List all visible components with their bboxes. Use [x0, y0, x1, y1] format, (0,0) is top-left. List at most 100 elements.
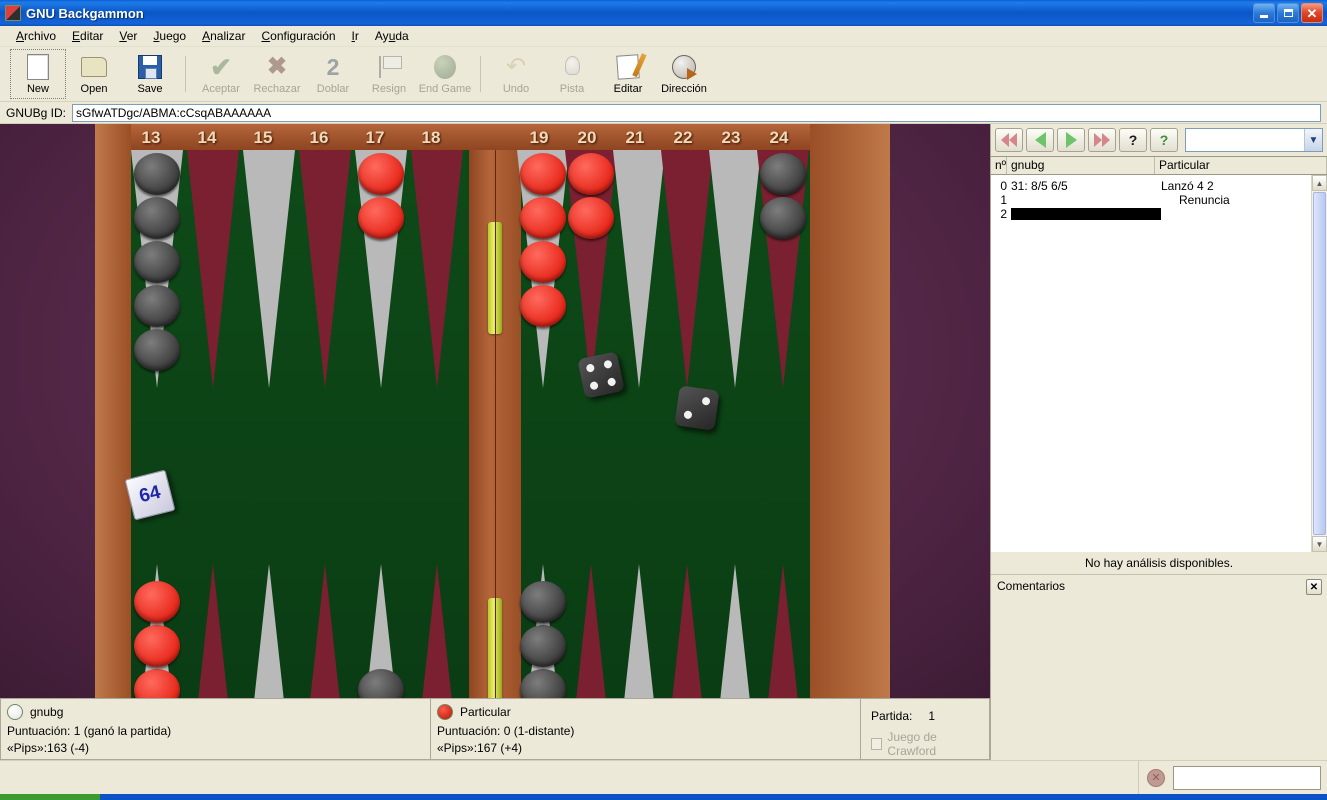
bar-peg-top: [488, 222, 502, 334]
checker[interactable]: [134, 197, 180, 239]
checker[interactable]: [134, 241, 180, 283]
die-right[interactable]: [674, 385, 720, 431]
point-21[interactable]: [613, 150, 665, 388]
point-18[interactable]: [411, 150, 463, 388]
board-bar[interactable]: [469, 150, 521, 698]
point-11[interactable]: [187, 564, 239, 698]
checker[interactable]: [358, 153, 404, 195]
next-move-button[interactable]: [1057, 128, 1085, 152]
checker[interactable]: [568, 197, 614, 239]
crawford-checkbox: [871, 738, 883, 750]
go-to-end-button[interactable]: [1088, 128, 1116, 152]
point-3[interactable]: [661, 564, 713, 698]
previous-move-button[interactable]: [1026, 128, 1054, 152]
point-1[interactable]: [757, 564, 809, 698]
comments-close-button[interactable]: ✕: [1306, 579, 1322, 595]
crawford-row: Juego de Crawford: [867, 730, 983, 758]
menu-ir[interactable]: Ir: [344, 27, 367, 45]
right-arrow-icon: [1065, 132, 1077, 148]
gnubg-id-input[interactable]: sGfwATDgc/ABMA:cCsqABAAAAAA: [72, 103, 1321, 122]
table-row[interactable]: 0 31: 8/5 6/5 Lanzó 4 2: [991, 179, 1311, 193]
close-button[interactable]: ✕: [1301, 3, 1323, 23]
die-left[interactable]: [577, 351, 625, 399]
checker[interactable]: [568, 153, 614, 195]
checker[interactable]: [520, 625, 566, 667]
point-9[interactable]: [299, 564, 351, 698]
point-10[interactable]: [243, 564, 295, 698]
move-list-scroll-area: 0 31: 8/5 6/5 Lanzó 4 2 1 Renuncia 2 ▲ ▼: [991, 175, 1327, 552]
move-list-body[interactable]: 0 31: 8/5 6/5 Lanzó 4 2 1 Renuncia 2: [991, 175, 1311, 552]
red-checker-icon: [437, 704, 453, 720]
scrollbar-thumb[interactable]: [1313, 192, 1326, 535]
point-2[interactable]: [709, 564, 761, 698]
point-14[interactable]: [187, 150, 239, 388]
menu-analizar[interactable]: Analizar: [194, 27, 253, 45]
checker[interactable]: [520, 581, 566, 623]
player-gnubg-name: gnubg: [30, 705, 64, 719]
command-input[interactable]: [1173, 765, 1321, 790]
point-number-15: 15: [253, 128, 273, 147]
menu-editar[interactable]: Editar: [64, 27, 111, 45]
toolbar-aceptar-label: Aceptar: [202, 83, 240, 95]
game-select-dropdown[interactable]: ▼: [1185, 128, 1323, 152]
point-15[interactable]: [243, 150, 295, 388]
hint-button[interactable]: ?: [1119, 128, 1147, 152]
checker[interactable]: [520, 197, 566, 239]
menu-juego[interactable]: Juego: [145, 27, 194, 45]
toolbar-editar-label: Editar: [613, 83, 643, 95]
toolbar-separator-1: [185, 56, 186, 92]
checker[interactable]: [358, 197, 404, 239]
point-number-22: 22: [673, 128, 693, 147]
point-16[interactable]: [299, 150, 351, 388]
go-to-start-button[interactable]: [995, 128, 1023, 152]
toolbar-open-button[interactable]: Open: [66, 49, 122, 99]
checker[interactable]: [134, 153, 180, 195]
hint-green-button[interactable]: ?: [1150, 128, 1178, 152]
point-7[interactable]: [411, 564, 463, 698]
stop-icon: ✕: [1147, 768, 1165, 787]
minimize-button[interactable]: [1253, 3, 1275, 23]
new-document-icon: [24, 53, 52, 81]
point-number-19: 19: [529, 128, 549, 147]
point-22[interactable]: [661, 150, 713, 388]
menu-archivo[interactable]: AArchivorchivo: [8, 27, 64, 45]
table-row[interactable]: 1 Renuncia: [991, 193, 1311, 207]
checker[interactable]: [134, 329, 180, 371]
row-num: 2: [1000, 207, 1007, 221]
menu-ver[interactable]: Ver: [111, 27, 145, 45]
toolbar-new-button[interactable]: New: [10, 49, 66, 99]
checker[interactable]: [520, 285, 566, 327]
gnubg-id-bar: GNUBg ID: sGfwATDgc/ABMA:cCsqABAAAAAA: [0, 102, 1327, 124]
point-4[interactable]: [613, 564, 665, 698]
toolbar-editar-button[interactable]: Editar: [600, 49, 656, 99]
checker[interactable]: [760, 197, 806, 239]
floppy-disk-icon: [136, 53, 164, 81]
window-controls: ✕: [1253, 3, 1325, 23]
checker[interactable]: [134, 581, 180, 623]
scroll-down-button[interactable]: ▼: [1312, 536, 1327, 552]
board-quadrant-left: [131, 150, 469, 698]
restore-button[interactable]: [1277, 3, 1299, 23]
checker[interactable]: [134, 285, 180, 327]
table-row[interactable]: 2: [991, 207, 1311, 221]
toolbar-direccion-button[interactable]: Dirección: [656, 49, 712, 99]
toolbar-save-button[interactable]: Save: [122, 49, 178, 99]
flag-icon: [375, 53, 403, 81]
checker[interactable]: [520, 241, 566, 283]
toolbar: New Open Save ✔ Aceptar ✖ Rechazar 2 Dob…: [0, 47, 1327, 102]
checker[interactable]: [760, 153, 806, 195]
checker[interactable]: [134, 625, 180, 667]
menu-ayuda[interactable]: Ayuda: [367, 27, 417, 45]
match-label: Partida:: [871, 709, 913, 723]
move-list-scrollbar[interactable]: ▲ ▼: [1311, 175, 1327, 552]
white-checker-icon: [7, 704, 23, 720]
toolbar-separator-2: [480, 56, 481, 92]
backgammon-board[interactable]: 13 14 15 16 17 18 19 20 21 22 23 24 12 1…: [95, 124, 890, 698]
checker[interactable]: [520, 153, 566, 195]
point-23[interactable]: [709, 150, 761, 388]
point-5[interactable]: [565, 564, 617, 698]
menu-configuracion[interactable]: Configuración: [253, 27, 343, 45]
toolbar-doblar-label: Doblar: [316, 83, 350, 95]
gnubg-id-label: GNUBg ID:: [6, 105, 67, 120]
scroll-up-button[interactable]: ▲: [1312, 175, 1327, 191]
